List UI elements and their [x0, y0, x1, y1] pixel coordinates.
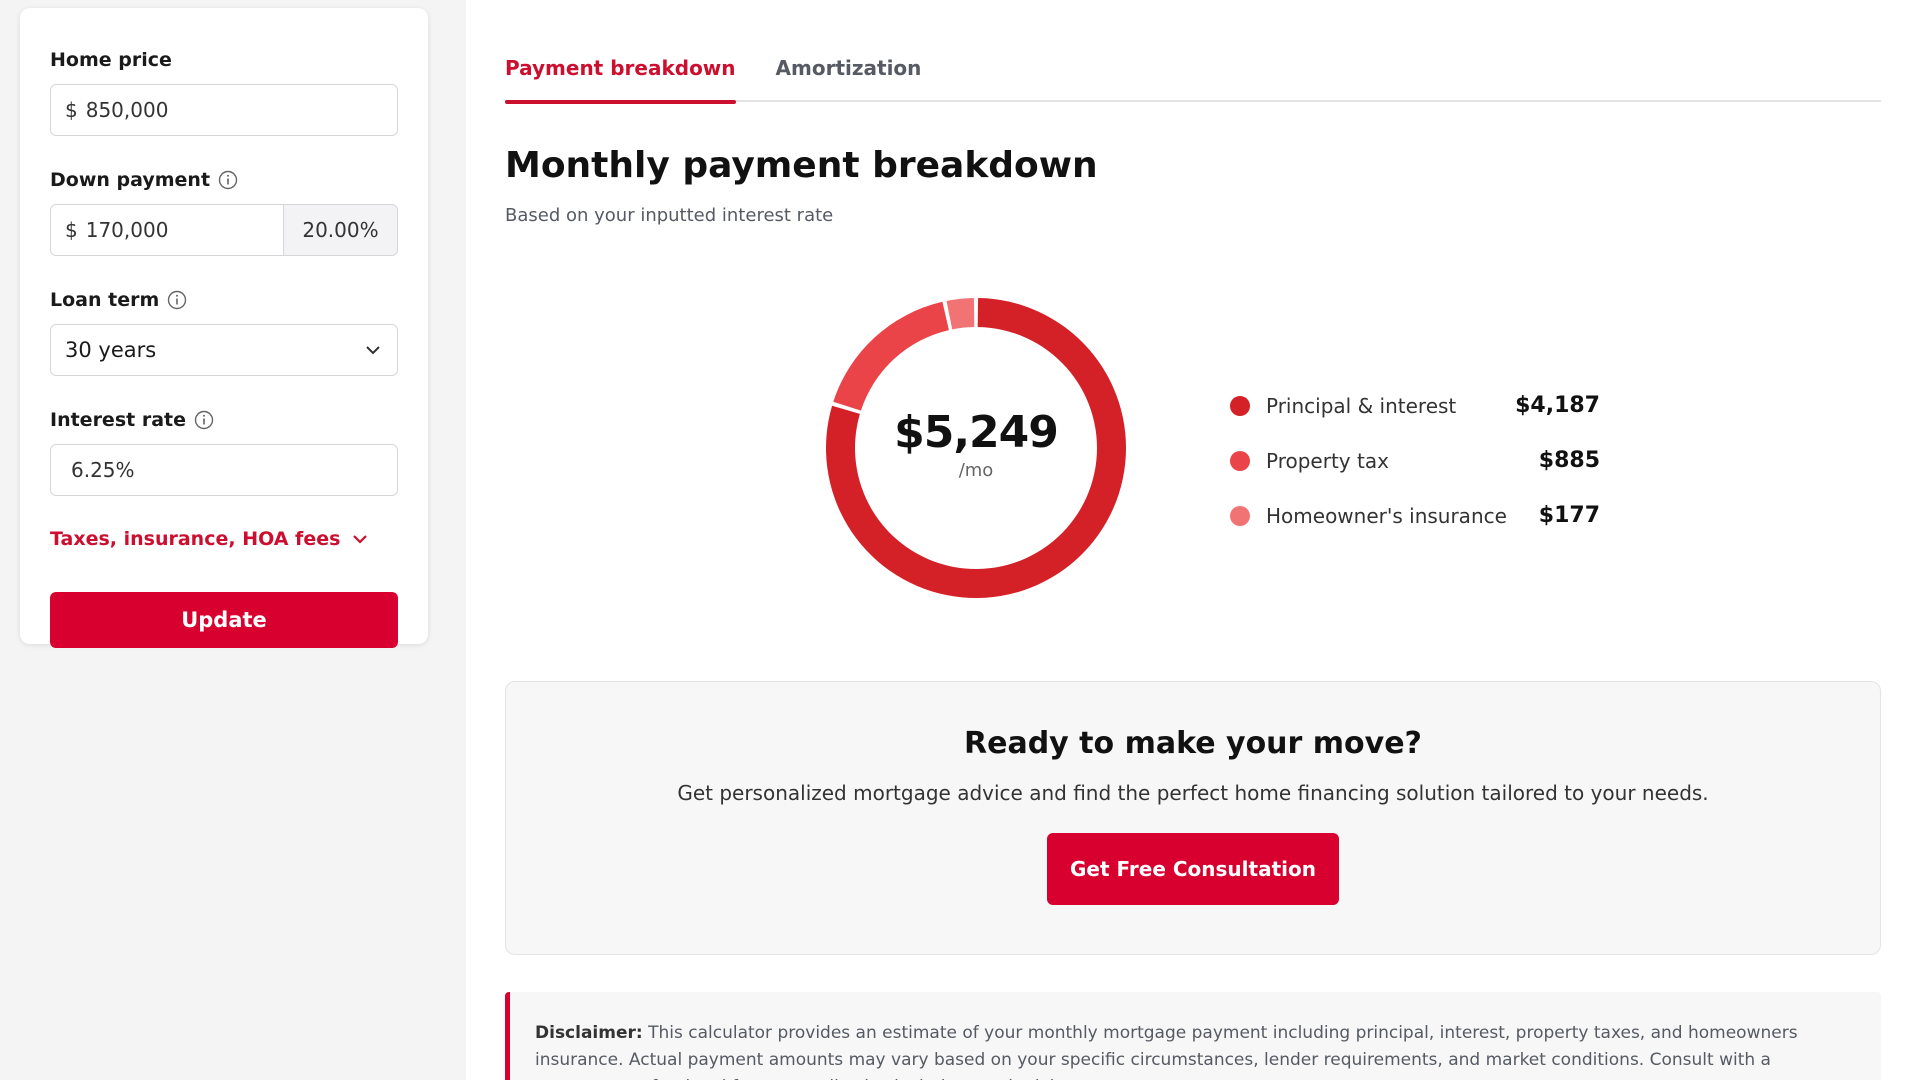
page-subtitle: Based on your inputted interest rate: [505, 205, 834, 226]
disclaimer-label: Disclaimer:: [535, 1023, 643, 1043]
calculator-form: Home price $ 850,000 Down payment $ 170,…: [20, 8, 428, 648]
home-price-currency: $: [65, 98, 78, 122]
legend-value: $177: [1538, 503, 1600, 528]
update-button[interactable]: Update: [50, 592, 398, 648]
taxes-insurance-hoa-toggle[interactable]: Taxes, insurance, HOA fees: [50, 526, 398, 552]
info-icon[interactable]: [218, 170, 238, 190]
loan-term-select[interactable]: 30 years: [50, 324, 398, 376]
chart-legend: Principal & interest $4,187 Property tax…: [1230, 378, 1600, 543]
interest-rate-field: Interest rate 6.25%: [50, 406, 398, 496]
home-price-label: Home price: [50, 46, 398, 74]
interest-rate-value: 6.25%: [71, 458, 135, 482]
legend-dot: [1230, 450, 1250, 471]
tab-payment-breakdown[interactable]: Payment breakdown: [505, 56, 736, 104]
cta-title: Ready to make your move?: [964, 726, 1422, 761]
interest-rate-label-text: Interest rate: [50, 409, 186, 431]
chevron-down-icon: [366, 346, 380, 355]
loan-term-label: Loan term: [50, 286, 398, 314]
down-payment-label-text: Down payment: [50, 169, 211, 191]
legend-label: Homeowner's insurance: [1266, 503, 1507, 528]
legend-item-homeowners-insurance: Homeowner's insurance $177: [1230, 488, 1600, 543]
legend-dot: [1230, 395, 1250, 416]
legend-value: $885: [1538, 448, 1600, 473]
loan-term-label-text: Loan term: [50, 289, 160, 311]
info-icon[interactable]: [167, 290, 187, 310]
loan-term-field: Loan term 30 years: [50, 286, 398, 376]
payment-donut-chart: $5,249 /mo: [825, 297, 1127, 599]
info-icon[interactable]: [194, 410, 214, 430]
legend-item-property-tax: Property tax $885: [1230, 433, 1600, 488]
down-payment-label: Down payment: [50, 166, 398, 194]
home-price-label-text: Home price: [50, 49, 172, 71]
down-payment-amount-input[interactable]: $ 170,000: [50, 204, 284, 256]
donut-slice-1: [833, 301, 949, 411]
disclaimer: Disclaimer: This calculator provides an …: [505, 992, 1881, 1080]
down-payment-inputs: $ 170,000 20.00%: [50, 204, 398, 256]
interest-rate-label: Interest rate: [50, 406, 398, 434]
chevron-down-icon: [353, 535, 368, 544]
interest-rate-input[interactable]: 6.25%: [50, 444, 398, 496]
legend-value: $4,187: [1515, 393, 1600, 418]
get-free-consultation-button[interactable]: Get Free Consultation: [1047, 833, 1339, 905]
donut-center: $5,249 /mo: [825, 407, 1127, 481]
home-price-value: 850,000: [85, 98, 169, 122]
taxes-link-label: Taxes, insurance, HOA fees: [50, 528, 341, 550]
down-payment-amount-value: 170,000: [85, 218, 169, 242]
monthly-unit: /mo: [958, 460, 994, 481]
monthly-total: $5,249: [894, 407, 1059, 458]
legend-label: Principal & interest: [1266, 393, 1457, 418]
cta-text: Get personalized mortgage advice and fin…: [677, 781, 1709, 805]
legend-item-principal-interest: Principal & interest $4,187: [1230, 378, 1600, 433]
down-payment-percent-input[interactable]: 20.00%: [284, 204, 398, 256]
loan-term-value: 30 years: [65, 338, 157, 362]
tab-amortization[interactable]: Amortization: [776, 56, 922, 102]
consultation-cta: Ready to make your move? Get personalize…: [505, 681, 1881, 955]
tab-bar: Payment breakdown Amortization: [505, 56, 1881, 104]
down-payment-currency: $: [65, 218, 78, 242]
home-price-field: Home price $ 850,000: [50, 46, 398, 136]
down-payment-field: Down payment $ 170,000 20.00%: [50, 166, 398, 256]
home-price-input[interactable]: $ 850,000: [50, 84, 398, 136]
donut-slice-2: [946, 298, 975, 330]
legend-dot: [1230, 505, 1250, 526]
legend-label: Property tax: [1266, 448, 1389, 473]
disclaimer-text: This calculator provides an estimate of …: [535, 1023, 1798, 1080]
page-title: Monthly payment breakdown: [505, 145, 1098, 186]
down-payment-percent-value: 20.00%: [302, 218, 379, 242]
